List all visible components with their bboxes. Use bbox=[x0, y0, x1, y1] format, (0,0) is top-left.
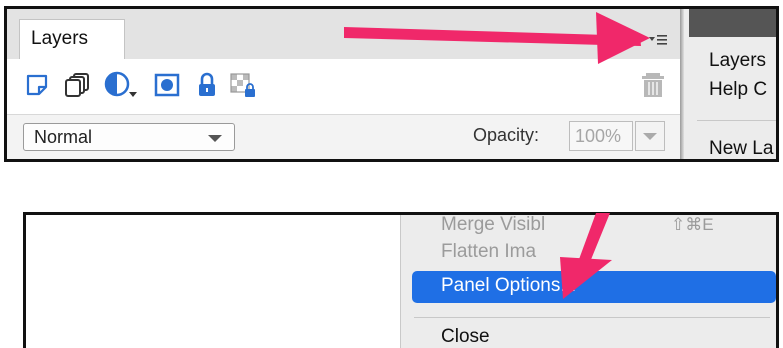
menu-item-flatten-image: Flatten Ima bbox=[441, 241, 537, 262]
panel-tab-strip: Layers bbox=[7, 9, 682, 60]
selected-layer-strip bbox=[7, 159, 682, 162]
lock-icon[interactable] bbox=[189, 67, 225, 103]
tab-layers[interactable]: Layers bbox=[19, 19, 125, 60]
opacity-dropdown-button[interactable] bbox=[635, 121, 665, 151]
opacity-input[interactable]: 100% bbox=[569, 121, 633, 151]
menu-top-band bbox=[689, 9, 776, 37]
opacity-label: Opacity: bbox=[473, 125, 540, 145]
menu-item-help[interactable]: Help C bbox=[709, 79, 767, 101]
menu-item-close[interactable]: Close bbox=[441, 326, 490, 348]
group-icon[interactable] bbox=[59, 67, 95, 103]
blend-opacity-row: Normal Opacity: 100% bbox=[7, 114, 682, 159]
panel-menu-icon[interactable] bbox=[647, 31, 669, 49]
panel-flyout-menu: Layers Help C New La bbox=[689, 9, 776, 159]
panel-flyout-menu-lower: Merge Visibl ⇧⌘E Flatten Ima Panel Optio… bbox=[400, 214, 776, 348]
menu-shadow bbox=[680, 9, 684, 159]
chevron-down-icon bbox=[643, 133, 657, 140]
adjustment-layer-icon[interactable] bbox=[101, 67, 143, 103]
blend-mode-select[interactable]: Normal bbox=[23, 123, 235, 151]
trash-icon[interactable] bbox=[635, 67, 671, 103]
merge-visible-shortcut: ⇧⌘E bbox=[671, 215, 714, 234]
layers-toolbar bbox=[7, 59, 682, 114]
menu-item-panel-options[interactable]: Panel Options... bbox=[412, 271, 776, 303]
menu-item-new-layer[interactable]: New La bbox=[709, 138, 773, 159]
layers-panel-screenshot: Layers Normal Opacity: 100% Layers Help … bbox=[4, 6, 779, 162]
chevron-down-icon bbox=[208, 135, 222, 142]
menu-item-layers[interactable]: Layers bbox=[709, 50, 766, 72]
menu-separator bbox=[414, 317, 770, 318]
layers-panel: Layers Normal Opacity: 100% bbox=[7, 9, 682, 159]
mask-icon[interactable] bbox=[149, 67, 185, 103]
menu-separator bbox=[697, 120, 776, 121]
new-layer-icon[interactable] bbox=[19, 67, 55, 103]
menu-item-merge-visible: Merge Visibl bbox=[441, 214, 546, 235]
panel-menu-screenshot: Merge Visibl ⇧⌘E Flatten Ima Panel Optio… bbox=[23, 212, 779, 348]
blend-mode-value: Normal bbox=[34, 127, 93, 147]
lock-transparency-icon[interactable] bbox=[225, 67, 261, 103]
